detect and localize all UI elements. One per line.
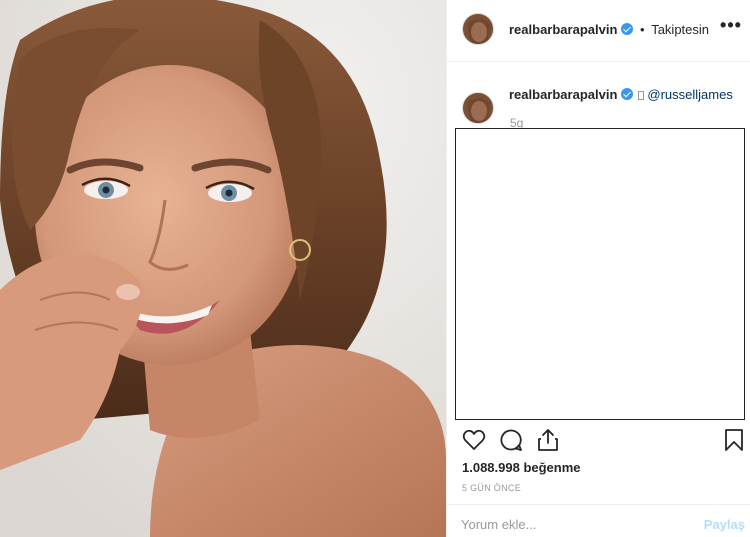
post-age[interactable]: 5 GÜN ÖNCE bbox=[462, 483, 521, 493]
comment-input[interactable] bbox=[461, 517, 681, 532]
bookmark-icon[interactable] bbox=[721, 427, 747, 453]
post-side-panel: realbarbarapalvin • Takiptesin ••• realb… bbox=[446, 0, 750, 537]
heart-icon[interactable] bbox=[461, 427, 487, 453]
comment-username-row: realbarbarapalvin @russelljames bbox=[509, 87, 733, 102]
post-photo[interactable] bbox=[0, 0, 446, 537]
verified-badge-icon bbox=[621, 23, 634, 35]
comment-bubble-icon[interactable] bbox=[498, 427, 524, 453]
add-comment-bar: Paylaş bbox=[447, 504, 750, 537]
post-comment-button[interactable]: Paylaş bbox=[704, 517, 745, 532]
follow-separator: • bbox=[640, 22, 645, 37]
blank-overlay-box bbox=[455, 128, 745, 420]
camera-emoji-icon bbox=[638, 91, 645, 100]
comment-avatar[interactable] bbox=[462, 92, 494, 124]
avatar[interactable] bbox=[462, 13, 494, 45]
mention-link[interactable]: @russelljames bbox=[647, 87, 732, 102]
share-icon[interactable] bbox=[535, 427, 561, 453]
avatar-image bbox=[463, 14, 493, 44]
comment-avatar-image bbox=[463, 93, 493, 123]
header-username-row: realbarbarapalvin • Takiptesin bbox=[509, 22, 709, 37]
following-button[interactable]: Takiptesin bbox=[651, 22, 709, 37]
verified-badge-icon bbox=[621, 88, 634, 100]
likes-count[interactable]: 1.088.998 beğenme bbox=[462, 460, 581, 475]
comment-username[interactable]: realbarbarapalvin bbox=[509, 87, 617, 102]
portrait-image bbox=[0, 0, 446, 537]
more-options-icon[interactable]: ••• bbox=[719, 16, 743, 38]
post-header: realbarbarapalvin • Takiptesin ••• bbox=[447, 0, 750, 62]
action-bar bbox=[447, 425, 750, 455]
header-username[interactable]: realbarbarapalvin bbox=[509, 22, 617, 37]
